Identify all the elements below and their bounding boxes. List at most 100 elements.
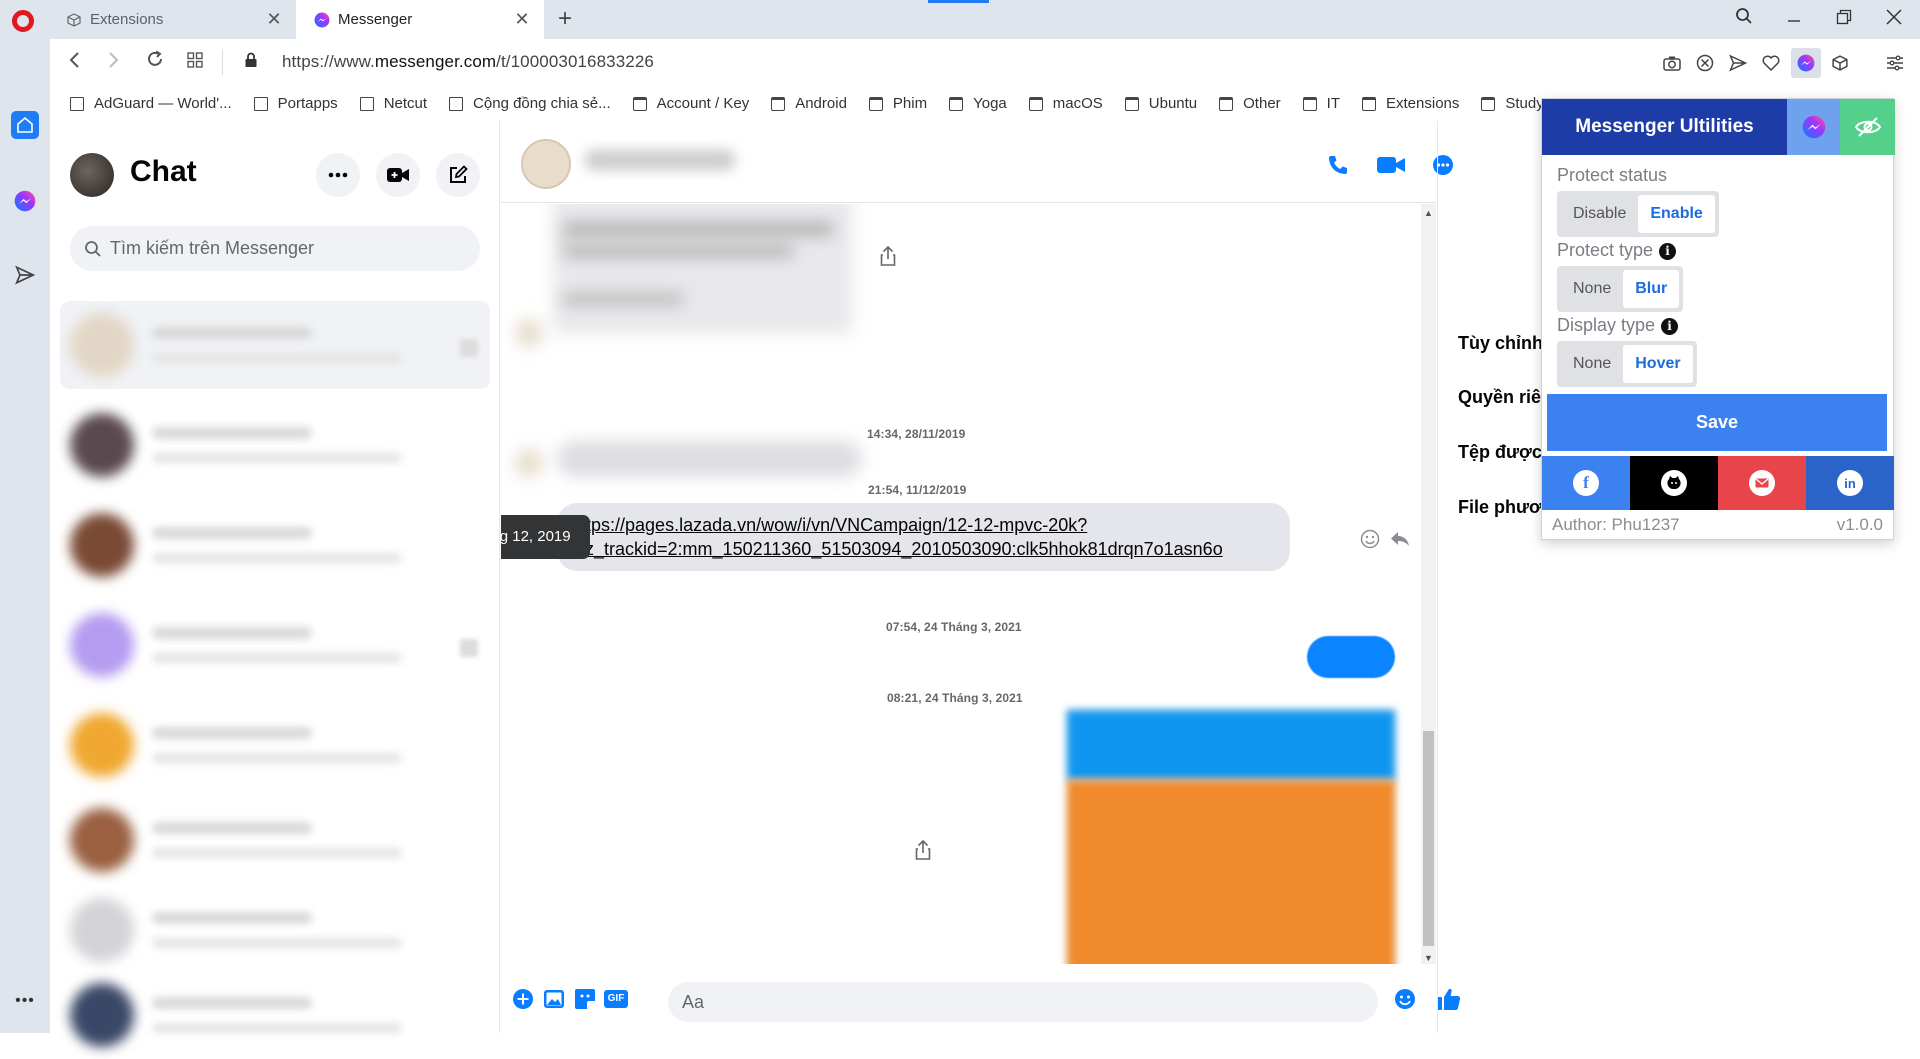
video-call-icon[interactable] bbox=[1374, 151, 1408, 179]
message-list: 14:34, 28/11/2019 21:54, 11/12/2019 http… bbox=[501, 204, 1421, 964]
more-actions-icon[interactable] bbox=[1413, 527, 1421, 551]
image-icon[interactable] bbox=[540, 985, 568, 1013]
home-icon[interactable] bbox=[11, 111, 39, 139]
back-button[interactable] bbox=[60, 47, 90, 77]
search-tabs-icon[interactable] bbox=[1731, 6, 1757, 32]
protect-status-enable[interactable]: Enable bbox=[1638, 195, 1715, 233]
blurred-text bbox=[563, 246, 793, 256]
bookmark-folder[interactable]: macOS bbox=[1028, 95, 1103, 112]
new-tab-button[interactable]: + bbox=[552, 6, 578, 32]
list-item[interactable] bbox=[60, 301, 490, 389]
conversation-name[interactable] bbox=[585, 149, 735, 171]
send-icon[interactable] bbox=[1725, 50, 1751, 76]
menu-item-privacy[interactable]: Quyền riê bbox=[1458, 387, 1541, 408]
bookmark-item[interactable]: Netcut bbox=[359, 95, 427, 112]
bookmark-folder[interactable]: Account / Key bbox=[632, 95, 749, 112]
list-item[interactable] bbox=[60, 401, 490, 489]
reply-icon[interactable] bbox=[1388, 527, 1412, 551]
lock-icon[interactable] bbox=[236, 47, 266, 77]
url-text[interactable]: https://www.messenger.com/t/100003016833… bbox=[282, 52, 654, 72]
bookmark-folder[interactable]: Other bbox=[1219, 95, 1281, 112]
display-type-none[interactable]: None bbox=[1561, 345, 1623, 383]
bookmark-folder[interactable]: IT bbox=[1302, 95, 1340, 112]
react-icon[interactable] bbox=[1358, 527, 1382, 551]
extensions-cube-icon[interactable] bbox=[1827, 50, 1853, 76]
info-icon[interactable]: i bbox=[1661, 318, 1679, 335]
opera-logo-icon[interactable] bbox=[12, 10, 34, 32]
bookmark-item[interactable]: AdGuard — World'... bbox=[70, 95, 232, 112]
bookmark-folder[interactable]: Ubuntu bbox=[1124, 95, 1197, 112]
tab-messenger[interactable]: Messenger ✕ bbox=[296, 0, 544, 39]
more-options-button[interactable] bbox=[316, 153, 360, 197]
list-item[interactable] bbox=[60, 701, 490, 789]
plus-icon[interactable] bbox=[509, 985, 537, 1013]
sidebar-more-button[interactable]: ••• bbox=[11, 987, 39, 1015]
bookmark-folder[interactable]: Extensions bbox=[1362, 95, 1459, 112]
protect-status-disable[interactable]: Disable bbox=[1561, 195, 1638, 233]
facebook-link[interactable]: f bbox=[1542, 456, 1630, 510]
avatar[interactable] bbox=[70, 153, 114, 197]
link-message[interactable]: https://pages.lazada.vn/wow/i/vn/VNCampa… bbox=[557, 503, 1290, 571]
bookmark-item[interactable]: Portapps bbox=[253, 95, 338, 112]
protect-type-blur[interactable]: Blur bbox=[1623, 270, 1680, 308]
heart-icon[interactable] bbox=[1758, 50, 1784, 76]
display-type-label: Display type i bbox=[1557, 315, 1679, 336]
sent-message[interactable] bbox=[1307, 636, 1395, 678]
list-item[interactable] bbox=[60, 501, 490, 589]
info-icon[interactable]: i bbox=[1659, 243, 1677, 260]
email-link[interactable] bbox=[1718, 456, 1806, 510]
new-room-button[interactable] bbox=[376, 153, 420, 197]
bookmark-folder[interactable]: Phim bbox=[868, 95, 927, 112]
close-icon[interactable]: ✕ bbox=[512, 9, 532, 29]
my-flow-icon[interactable] bbox=[11, 261, 39, 289]
link-text-line1[interactable]: https://pages.lazada.vn/wow/i/vn/VNCampa… bbox=[571, 513, 1276, 537]
avatar[interactable] bbox=[521, 139, 571, 189]
adblock-icon[interactable] bbox=[1692, 50, 1718, 76]
messenger-icon[interactable] bbox=[11, 187, 39, 215]
linkedin-link[interactable]: in bbox=[1806, 456, 1894, 510]
protect-type-none[interactable]: None bbox=[1561, 270, 1623, 308]
scroll-up-arrow[interactable]: ▲ bbox=[1421, 206, 1436, 221]
menu-item-shared-files[interactable]: Tệp được bbox=[1458, 442, 1542, 463]
scroll-down-arrow[interactable]: ▼ bbox=[1421, 951, 1436, 966]
save-button[interactable]: Save bbox=[1547, 394, 1887, 451]
gif-icon[interactable]: GIF bbox=[602, 985, 630, 1013]
restore-button[interactable] bbox=[1831, 6, 1857, 32]
scrollbar-thumb[interactable] bbox=[1423, 731, 1434, 946]
github-link[interactable] bbox=[1630, 456, 1718, 510]
new-message-button[interactable] bbox=[436, 153, 480, 197]
list-item[interactable] bbox=[60, 886, 490, 974]
link-text-line2[interactable]: laz_trackid=2:mm_150211360_51503094_2010… bbox=[571, 537, 1276, 561]
messenger-extension-icon[interactable] bbox=[1791, 48, 1821, 78]
browser-tab-bar: Extensions ✕ Messenger ✕ + bbox=[0, 0, 1920, 39]
camera-icon[interactable] bbox=[1659, 50, 1685, 76]
emoji-icon[interactable] bbox=[1391, 985, 1419, 1013]
bookmark-item[interactable]: Cộng đồng chia sẻ... bbox=[449, 95, 611, 112]
list-item[interactable] bbox=[60, 971, 490, 1059]
eye-off-icon[interactable] bbox=[1840, 99, 1895, 155]
close-window-button[interactable] bbox=[1881, 6, 1907, 32]
reload-button[interactable] bbox=[140, 47, 170, 77]
close-icon[interactable]: ✕ bbox=[264, 9, 284, 29]
speed-dial-icon[interactable] bbox=[180, 47, 210, 77]
menu-item-customize[interactable]: Tùy chỉnh bbox=[1458, 333, 1543, 354]
messenger-tab-icon[interactable] bbox=[1787, 99, 1840, 155]
bookmark-folder[interactable]: Yoga bbox=[949, 95, 1007, 112]
list-item[interactable] bbox=[60, 796, 490, 884]
conversation-name bbox=[152, 627, 312, 639]
message-input[interactable]: Aa bbox=[668, 982, 1378, 1022]
tab-extensions[interactable]: Extensions ✕ bbox=[48, 0, 296, 39]
bookmark-folder[interactable]: Android bbox=[771, 95, 847, 112]
list-item[interactable] bbox=[60, 601, 490, 689]
minimize-button[interactable] bbox=[1781, 6, 1807, 32]
display-type-hover[interactable]: Hover bbox=[1623, 345, 1693, 383]
menu-item-media[interactable]: File phươ bbox=[1458, 497, 1542, 518]
sticker-icon[interactable] bbox=[571, 985, 599, 1013]
bookmark-folder[interactable]: Study bbox=[1481, 95, 1544, 112]
easy-setup-icon[interactable] bbox=[1882, 50, 1908, 76]
search-input[interactable]: Tìm kiếm trên Messenger bbox=[70, 226, 480, 271]
share-icon[interactable] bbox=[876, 244, 900, 268]
share-icon[interactable] bbox=[911, 838, 935, 862]
forward-button[interactable] bbox=[98, 47, 128, 77]
phone-icon[interactable] bbox=[1324, 151, 1352, 179]
